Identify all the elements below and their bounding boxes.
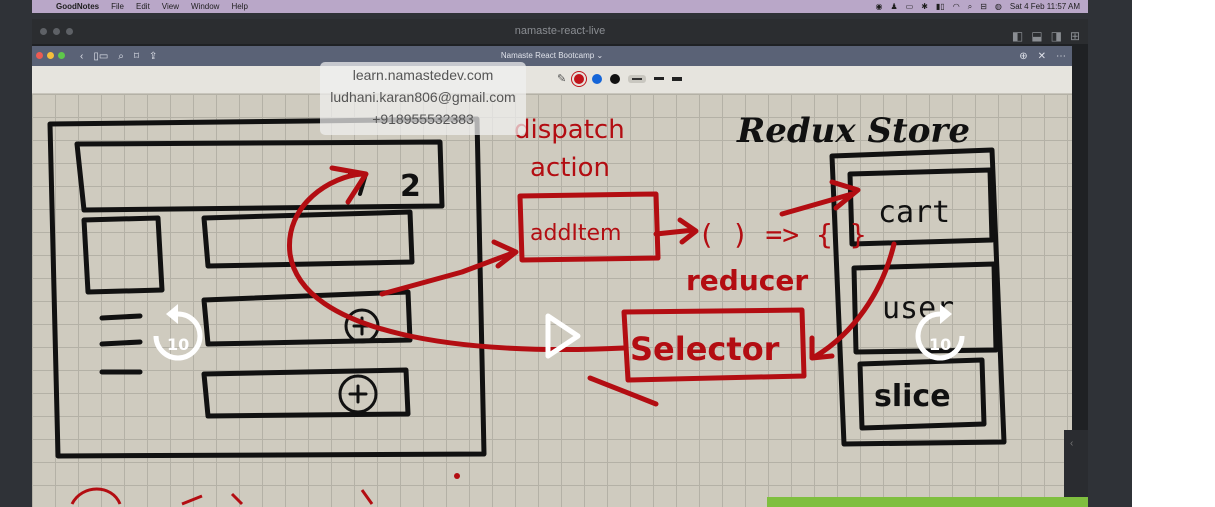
whiteboard-sketch: 2 Redux Store cart user slice dispatch a… [47, 111, 1007, 506]
siri-icon[interactable]: ◍ [995, 2, 1002, 11]
rewind-10-button[interactable]: 10 [150, 302, 206, 368]
menu-line-1 [99, 313, 143, 321]
menu-edit[interactable]: Edit [136, 2, 150, 11]
outer-titlebar: namaste-react-live ◧ ⬓ ◨ ⊞ [32, 19, 1088, 44]
bookmark-icon[interactable]: ⌑ [134, 47, 139, 67]
menu-line-2 [99, 339, 143, 347]
menu-window[interactable]: Window [191, 2, 219, 11]
header-box [74, 139, 445, 213]
outer-window: namaste-react-live ◧ ⬓ ◨ ⊞ ‹ ▯▭ ⌕ ⌑ ⇪ Na… [32, 19, 1088, 507]
app-name[interactable]: GoodNotes [56, 2, 99, 11]
outer-window-controls[interactable] [40, 28, 73, 35]
additem-arrow [653, 227, 697, 237]
stroke-medium-option[interactable] [654, 77, 665, 80]
goodnotes-titlebar: ‹ ▯▭ ⌕ ⌑ ⇪ Namaste React Bootcamp ⌄ ⊕ ✕ … [32, 46, 1072, 66]
color-black-swatch[interactable] [610, 73, 621, 84]
menu-help[interactable]: Help [231, 2, 247, 11]
close-icon[interactable]: ✕ [1038, 47, 1046, 67]
collapse-icon[interactable]: ‹ [1070, 438, 1073, 449]
badge-count: 2 [400, 169, 421, 204]
slice-label: slice [874, 379, 951, 414]
selector-label: Selector [630, 330, 780, 368]
play-button[interactable] [542, 312, 582, 360]
pen-tool-icon[interactable]: ✎ [557, 72, 566, 85]
image-box [81, 215, 165, 295]
control-center-icon[interactable]: ⊟ [980, 2, 987, 11]
color-blue-swatch[interactable] [592, 73, 603, 84]
item-row-2 [201, 289, 413, 347]
watermark-overlay: learn.namastedev.com ludhani.karan806@gm… [320, 62, 526, 135]
goodnotes-window: ‹ ▯▭ ⌕ ⌑ ⇪ Namaste React Bootcamp ⌄ ⊕ ✕ … [32, 46, 1072, 507]
outer-window-title: namaste-react-live [514, 25, 606, 37]
document-title[interactable]: Namaste React Bootcamp ⌄ [501, 51, 603, 60]
camera-thumbnail [767, 497, 1088, 507]
video-player[interactable]: GoodNotes File Edit View Window Help ◉ ♟… [0, 0, 1132, 507]
record-icon[interactable]: ◉ [875, 2, 882, 11]
cart-label: cart [878, 195, 950, 230]
color-red-swatch[interactable] [574, 73, 585, 84]
screen-icon[interactable]: ▭ [906, 2, 914, 11]
menu-file[interactable]: File [111, 2, 124, 11]
share-icon[interactable]: ⇪ [149, 47, 157, 67]
action-label: action [530, 153, 610, 183]
forward-10-button[interactable]: 10 [912, 302, 968, 368]
watermark-site: learn.namastedev.com [352, 67, 494, 83]
forward-label: 10 [929, 335, 951, 354]
watermark-phone: +918955532383 [372, 111, 474, 127]
item-row-1 [201, 209, 415, 269]
menu-view[interactable]: View [162, 2, 179, 11]
reducer-label: reducer [686, 264, 808, 297]
reducer-fn-label: ( ) => { } [698, 218, 867, 251]
bluetooth-icon[interactable]: ✱ [921, 2, 928, 11]
traffic-lights[interactable] [36, 52, 65, 59]
watermark-email: ludhani.karan806@gmail.com [330, 89, 516, 105]
note-canvas[interactable]: 2 Redux Store cart user slice dispatch a… [32, 94, 1072, 507]
back-icon[interactable]: ‹ [80, 47, 83, 67]
new-page-icon[interactable]: ⊕ [1019, 47, 1027, 67]
sidebar-icon[interactable]: ▯▭ [93, 47, 108, 67]
stroke-thin-option[interactable] [628, 74, 647, 83]
user-icon[interactable]: ♟ [890, 2, 897, 11]
dispatch-label: dispatch [514, 115, 625, 145]
pen-toolbar: ✎ [32, 66, 1072, 94]
rewind-label: 10 [167, 335, 189, 354]
search-icon[interactable]: ⌕ [118, 47, 124, 67]
macos-menubar: GoodNotes File Edit View Window Help ◉ ♟… [32, 0, 1088, 13]
wifi-icon[interactable]: ◠ [953, 2, 960, 11]
search-icon[interactable]: ⌕ [968, 2, 972, 12]
side-panel-edge: ‹ [1064, 430, 1088, 507]
additem-label: addItem [530, 221, 622, 246]
heading-redux-store: Redux Store [736, 111, 970, 151]
battery-icon[interactable]: ▮▯ [936, 2, 945, 11]
menubar-datetime[interactable]: Sat 4 Feb 11:57 AM [1010, 2, 1080, 11]
stroke-thick-option[interactable] [672, 76, 683, 81]
more-icon[interactable]: ⋯ [1056, 47, 1066, 67]
